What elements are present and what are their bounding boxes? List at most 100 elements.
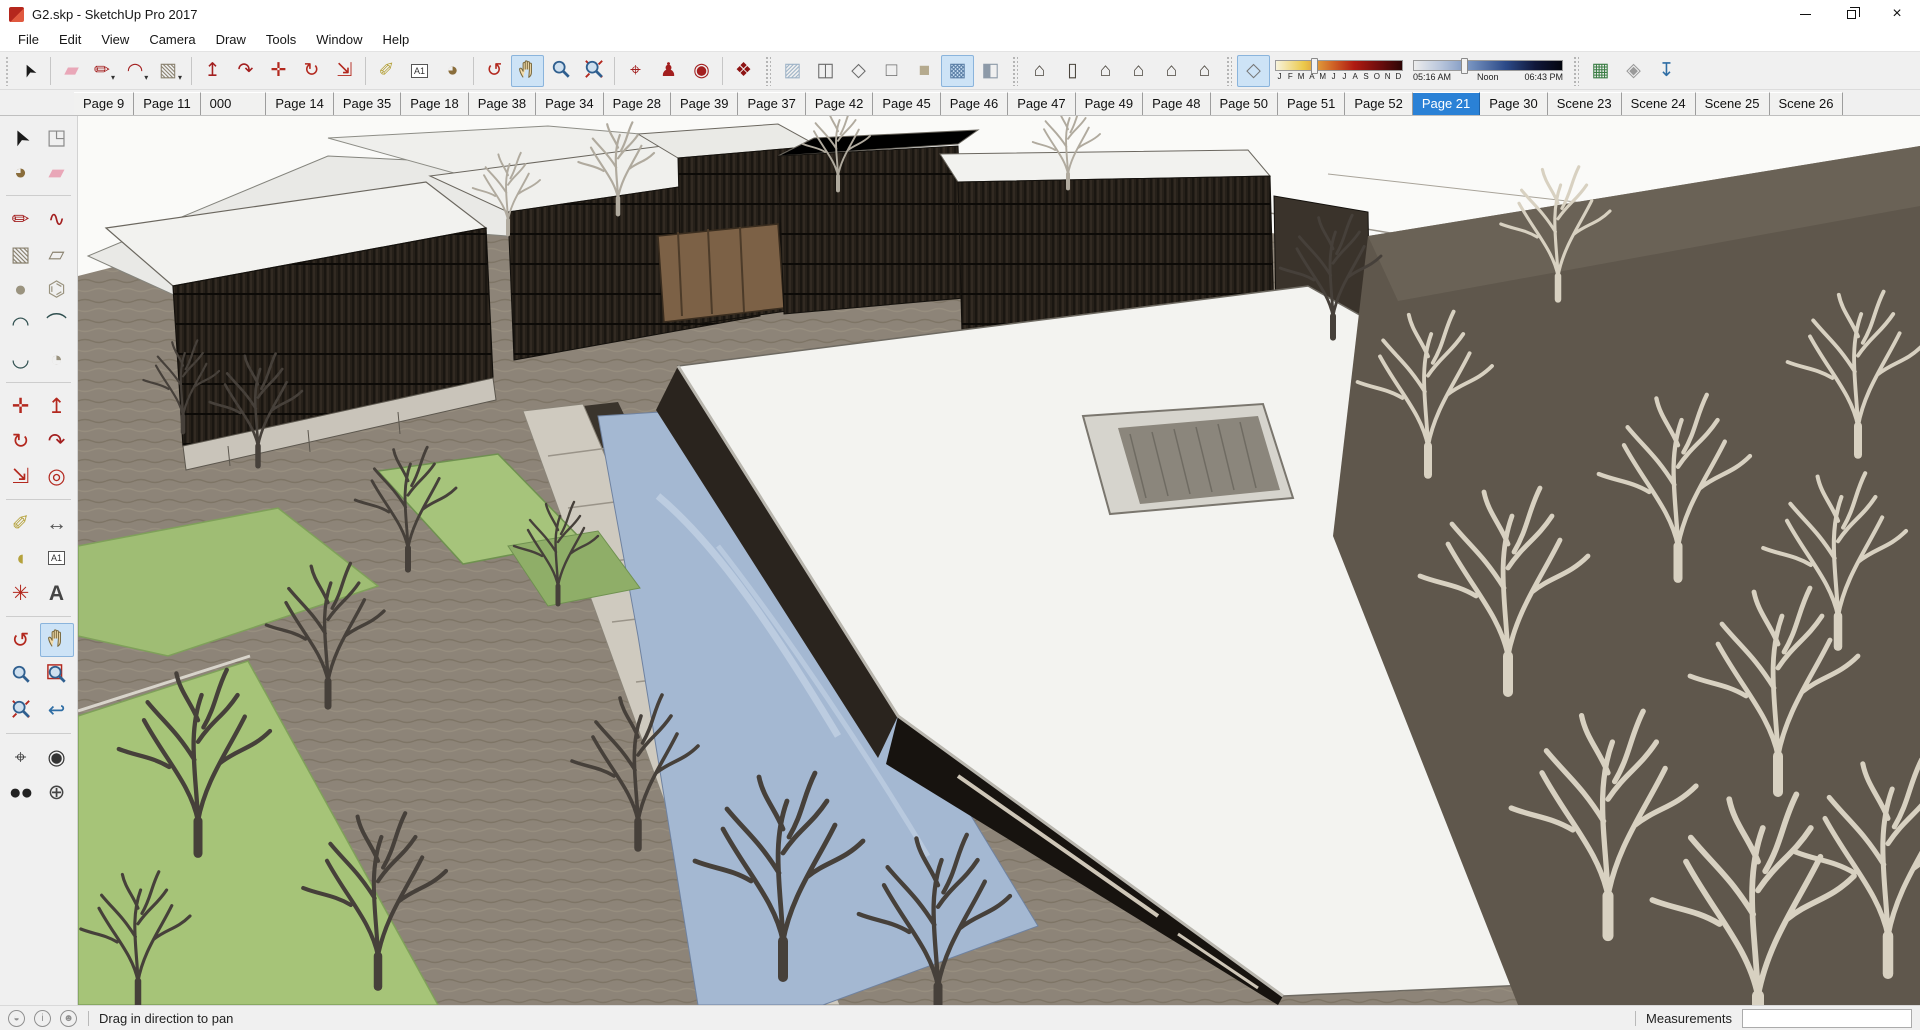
axes-tool-button[interactable]: ✳ xyxy=(4,576,38,610)
dropdown-arrow-icon[interactable]: ▾ xyxy=(178,73,182,86)
pan-tool-button[interactable] xyxy=(511,54,544,87)
make-component-tool-button[interactable]: ◳ xyxy=(40,120,74,154)
pie-tool-button[interactable]: ◔ xyxy=(40,342,74,376)
view-right-button[interactable]: ⌂ xyxy=(1122,55,1155,87)
freehand-tool-button[interactable]: ∿ xyxy=(40,202,74,236)
scene-tab-page-34[interactable]: Page 34 xyxy=(536,92,604,115)
menu-file[interactable]: File xyxy=(8,28,49,52)
view-iso-button[interactable]: ⌂ xyxy=(1023,55,1056,87)
text-tool-button[interactable]: A1 xyxy=(403,55,436,87)
two-point-arc-tool-button[interactable]: ⌒ xyxy=(40,307,74,341)
scene-tab-page-11[interactable]: Page 11 xyxy=(134,92,201,115)
menu-draw[interactable]: Draw xyxy=(206,28,256,52)
polygon-tool-button[interactable]: ⌬ xyxy=(40,272,74,306)
scene-tab-page-35[interactable]: Page 35 xyxy=(333,92,402,115)
scene-tab-page-28[interactable]: Page 28 xyxy=(603,92,671,115)
push-pull-tool-button[interactable]: ↥ xyxy=(40,389,74,423)
scene-tab-page-47[interactable]: Page 47 xyxy=(1008,92,1076,115)
select-tool-button[interactable]: ➤ xyxy=(4,120,38,154)
scene-tab-page-21[interactable]: Page 21 xyxy=(1412,92,1481,115)
walk-tool-button[interactable]: ♟ xyxy=(652,55,685,87)
style-back-edges-button[interactable]: ◫ xyxy=(809,55,842,87)
eraser-tool-button[interactable]: ▰ xyxy=(55,55,88,87)
three-d-text-tool-button[interactable]: A xyxy=(40,576,74,610)
shadow-date-slider[interactable]: JFMAMJJASOND xyxy=(1275,58,1403,81)
zoom-window-tool-button[interactable] xyxy=(40,658,74,692)
menu-camera[interactable]: Camera xyxy=(139,28,205,52)
menu-help[interactable]: Help xyxy=(373,28,420,52)
pan-tool-button[interactable] xyxy=(39,623,74,657)
menu-tools[interactable]: Tools xyxy=(256,28,306,52)
menu-view[interactable]: View xyxy=(91,28,139,52)
zoom-extents-tool-button[interactable] xyxy=(577,55,610,87)
scene-tab-page-14[interactable]: Page 14 xyxy=(266,92,334,115)
offset-tool-button[interactable]: ◎ xyxy=(40,459,74,493)
info-status-icon[interactable]: i xyxy=(34,1009,51,1027)
scene-tab-page-45[interactable]: Page 45 xyxy=(873,92,941,115)
account-status-icon[interactable]: ☻ xyxy=(60,1009,77,1027)
scene-tab-page-49[interactable]: Page 49 xyxy=(1075,92,1144,115)
orbit-tool-button[interactable]: ↺ xyxy=(4,623,38,657)
scene-tab-page-37[interactable]: Page 37 xyxy=(738,92,806,115)
scene-tab-page-51[interactable]: Page 51 xyxy=(1277,92,1346,115)
scene-tab-scene-23[interactable]: Scene 23 xyxy=(1547,92,1622,115)
photo-textures-button[interactable]: ↧ xyxy=(1650,55,1683,87)
scale-tool-button[interactable]: ⇲ xyxy=(4,459,38,493)
three-point-arc-tool-button[interactable]: ◡ xyxy=(4,342,38,376)
viewport-3d-scene[interactable] xyxy=(78,116,1920,1005)
zoom-tool-button[interactable] xyxy=(4,658,38,692)
follow-me-tool-button[interactable]: ↷ xyxy=(40,424,74,458)
zoom-extents-tool-button[interactable] xyxy=(4,693,38,727)
toggle-terrain-button[interactable]: ◈ xyxy=(1617,55,1650,87)
zoom-tool-button[interactable] xyxy=(544,55,577,87)
close-button[interactable]: × xyxy=(1874,0,1920,28)
scale-tool-button[interactable]: ⇲ xyxy=(328,55,361,87)
shadow-date-thumb[interactable] xyxy=(1311,58,1319,74)
text-tool-button[interactable]: A1 xyxy=(40,541,74,575)
view-front-button[interactable]: ⌂ xyxy=(1089,55,1122,87)
move-tool-button[interactable]: ✛ xyxy=(4,389,38,423)
dropdown-arrow-icon[interactable]: ▾ xyxy=(111,73,115,86)
scene-tab-page-39[interactable]: Page 39 xyxy=(671,92,739,115)
shadow-time-slider[interactable]: 05:16 AM Noon 06:43 PM xyxy=(1413,57,1563,82)
scene-tab-scene-26[interactable]: Scene 26 xyxy=(1769,92,1844,115)
follow-me-tool-button[interactable]: ↷ xyxy=(229,55,262,87)
style-monochrome-button[interactable]: ◧ xyxy=(974,55,1007,87)
view-top-button[interactable]: ▯ xyxy=(1056,55,1089,87)
scene-tab-page-48[interactable]: Page 48 xyxy=(1143,92,1211,115)
scene-tab-page-30[interactable]: Page 30 xyxy=(1480,92,1548,115)
scene-tab-page-50[interactable]: Page 50 xyxy=(1210,92,1278,115)
rotated-rectangle-tool-button[interactable]: ▱ xyxy=(40,237,74,271)
minimize-button[interactable] xyxy=(1782,0,1828,28)
section-plane-tool-button[interactable]: ⊕ xyxy=(40,775,74,809)
push-pull-tool-button[interactable]: ↥ xyxy=(196,55,229,87)
paint-bucket-tool-button[interactable]: ◕ xyxy=(4,155,38,189)
view-left-button[interactable]: ⌂ xyxy=(1188,55,1221,87)
scene-tab-page-38[interactable]: Page 38 xyxy=(468,92,537,115)
rectangle-tool-button[interactable]: ▧ ▾ xyxy=(154,55,187,87)
line-tool-button[interactable]: ✏ ▾ xyxy=(88,55,121,87)
look-around-tool-button[interactable]: ◉ xyxy=(685,55,718,87)
style-xray-button[interactable]: ▨ xyxy=(776,55,809,87)
scene-tab-scene-24[interactable]: Scene 24 xyxy=(1621,92,1696,115)
position-camera-tool-button[interactable]: ⌖ xyxy=(4,740,38,774)
scene-tab-page-18[interactable]: Page 18 xyxy=(401,92,469,115)
scene-tab-000[interactable]: 000 xyxy=(200,92,267,115)
dropdown-arrow-icon[interactable]: ▾ xyxy=(144,73,148,86)
scene-tab-scene-25[interactable]: Scene 25 xyxy=(1695,92,1770,115)
look-around-tool-button[interactable]: ◉ xyxy=(40,740,74,774)
position-camera-tool-button[interactable]: ⌖ xyxy=(619,55,652,87)
view-back-button[interactable]: ⌂ xyxy=(1155,55,1188,87)
rotate-tool-button[interactable]: ↻ xyxy=(295,55,328,87)
arc-tool-button[interactable]: ◠ xyxy=(4,307,38,341)
restore-button[interactable] xyxy=(1828,0,1874,28)
tape-measure-tool-button[interactable]: ✐ xyxy=(4,506,38,540)
scene-tab-page-42[interactable]: Page 42 xyxy=(805,92,874,115)
scene-tab-page-52[interactable]: Page 52 xyxy=(1345,92,1413,115)
red-gem-tool-button[interactable]: ❖ xyxy=(727,55,760,87)
style-hidden-line-button[interactable]: □ xyxy=(875,55,908,87)
menu-edit[interactable]: Edit xyxy=(49,28,91,52)
eraser-tool-button[interactable]: ▰ xyxy=(40,155,74,189)
orbit-tool-button[interactable]: ↺ xyxy=(478,55,511,87)
geolocation-status-icon[interactable]: ◒ xyxy=(8,1009,25,1027)
